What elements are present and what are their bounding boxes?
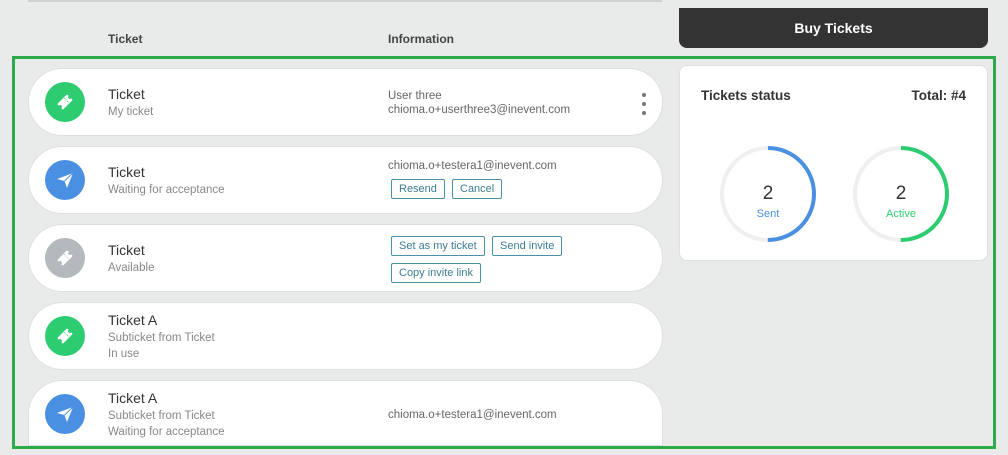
sent-count: 2	[762, 183, 774, 204]
ticket-title: Ticket A	[108, 390, 158, 406]
send-icon	[45, 394, 85, 434]
tickets-page: Ticket Information Buy Tickets Ticket My…	[0, 0, 1008, 455]
tickets-total: Total: #4	[911, 88, 966, 103]
ticket-subtitle: Waiting for acceptance	[108, 184, 225, 196]
ticket-status-text: In use	[108, 348, 140, 360]
more-options-icon[interactable]	[640, 93, 648, 115]
resend-button[interactable]: Resend	[391, 179, 445, 199]
send-icon	[45, 160, 85, 200]
ticket-icon	[45, 238, 85, 278]
ticket-subtitle: Subticket from Ticket	[108, 410, 215, 422]
ticket-row: Ticket My ticket User three chioma.o+use…	[28, 68, 663, 136]
ticket-status-text: Waiting for acceptance	[108, 426, 225, 438]
ticket-icon	[45, 316, 85, 356]
tickets-status-title: Tickets status	[701, 88, 791, 103]
active-count: 2	[895, 183, 907, 204]
active-gauge: 2 Active	[851, 144, 951, 244]
sent-gauge: 2 Sent	[718, 144, 818, 244]
active-label: Active	[886, 208, 916, 220]
ticket-row: Ticket Available Set as my ticket Send i…	[28, 224, 663, 292]
top-divider	[28, 0, 662, 2]
set-as-my-ticket-button[interactable]: Set as my ticket	[391, 236, 485, 256]
ticket-row: Ticket Waiting for acceptance chioma.o+t…	[28, 146, 663, 214]
buy-tickets-button[interactable]: Buy Tickets	[679, 8, 988, 48]
ticket-holder-email: chioma.o+testera1@inevent.com	[388, 409, 557, 421]
send-invite-button[interactable]: Send invite	[492, 236, 563, 256]
column-header-information: Information	[388, 32, 454, 46]
ticket-subtitle: My ticket	[108, 106, 154, 118]
tickets-status-card: Tickets status Total: #4 2 Sent 2 Active	[679, 65, 988, 261]
ticket-subtitle: Subticket from Ticket	[108, 332, 215, 344]
cancel-button[interactable]: Cancel	[452, 179, 503, 199]
ticket-title: Ticket	[108, 86, 145, 102]
ticket-title: Ticket	[108, 242, 145, 258]
ticket-icon	[45, 82, 85, 122]
ticket-row: Ticket A Subticket from Ticket Waiting f…	[28, 380, 663, 446]
column-header-ticket: Ticket	[108, 32, 143, 46]
ticket-title: Ticket	[108, 164, 145, 180]
sent-label: Sent	[756, 208, 780, 220]
ticket-title: Ticket A	[108, 312, 158, 328]
ticket-subtitle: Available	[108, 262, 155, 274]
copy-invite-link-button[interactable]: Copy invite link	[391, 263, 481, 283]
ticket-holder-name: User three	[388, 90, 442, 102]
ticket-holder-email: chioma.o+userthree3@inevent.com	[388, 104, 571, 116]
ticket-row: Ticket A Subticket from Ticket In use	[28, 302, 663, 370]
ticket-holder-email: chioma.o+testera1@inevent.com	[388, 160, 557, 172]
